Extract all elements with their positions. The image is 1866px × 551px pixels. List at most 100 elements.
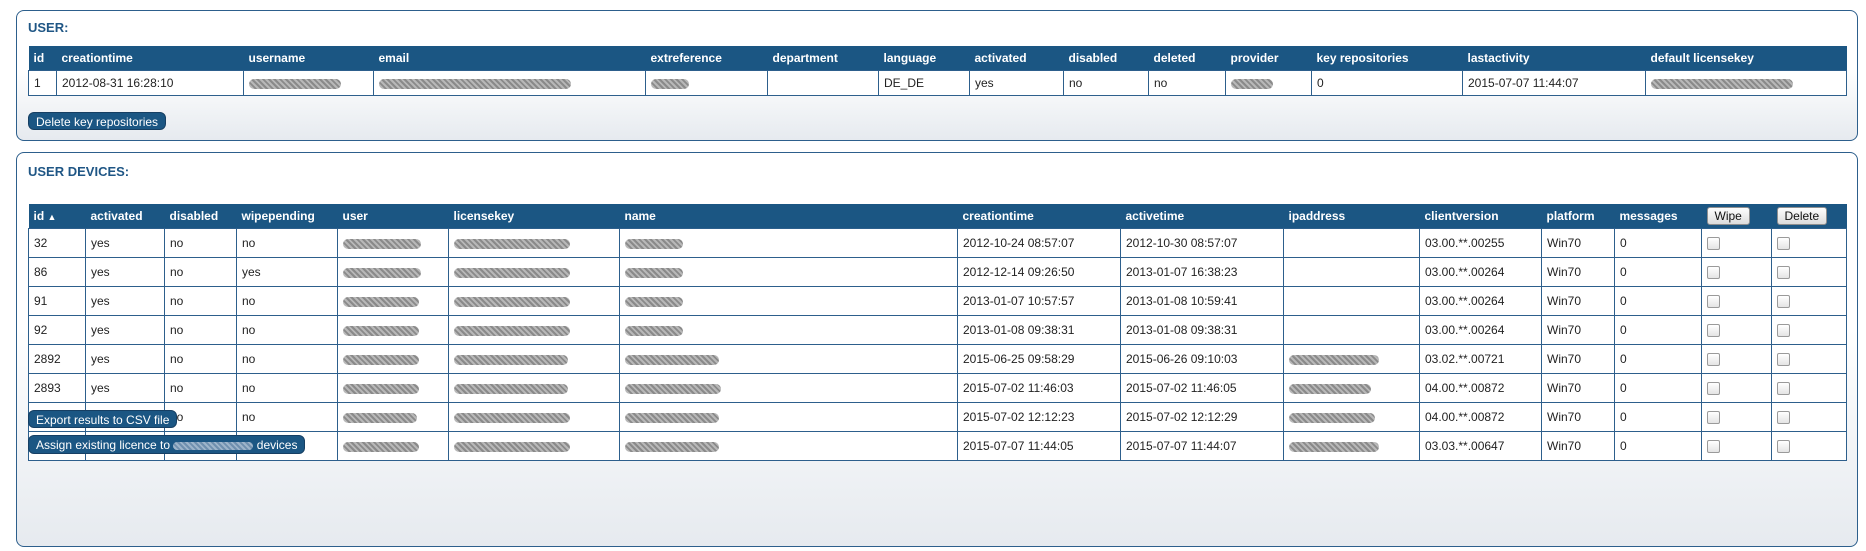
delete-button[interactable]: Delete [1776,207,1828,225]
user-extreference [645,70,768,96]
device-user [337,228,449,258]
col-header-licensekey[interactable]: licensekey [448,204,620,229]
device-delete-cell [1771,344,1847,374]
col-header-creationtime[interactable]: creationtime [56,46,244,71]
device-wipepending: no [236,315,338,345]
device-activated: yes [85,286,165,316]
device-name [619,228,958,258]
wipe-checkbox[interactable] [1707,411,1720,425]
device-platform: Win70 [1541,228,1615,258]
device-platform: Win70 [1541,315,1615,345]
assign-licence-button[interactable]: Assign existing licence to devices [28,435,306,454]
device-user [337,286,449,316]
device-ipaddress [1283,228,1420,258]
delete-checkbox[interactable] [1777,266,1790,280]
col-header-username[interactable]: username [243,46,374,71]
col-header-messages[interactable]: messages [1614,204,1702,229]
device-ipaddress [1283,257,1420,287]
device-platform: Win70 [1541,257,1615,287]
col-header-key-repositories[interactable]: key repositories [1311,46,1463,71]
col-header-activetime[interactable]: activetime [1120,204,1284,229]
user-devices-panel: USER DEVICES: id ▲ activated disabled wi… [16,152,1858,547]
redacted-key [454,383,568,394]
device-wipepending: no [236,286,338,316]
col-header-department[interactable]: department [767,46,879,71]
device-name [619,344,958,374]
delete-key-repositories-button[interactable]: Delete key repositories [28,112,167,130]
col-header-id-sorted[interactable]: id ▲ [28,204,86,229]
device-id: 32 [28,228,86,258]
col-header-disabled[interactable]: disabled [1063,46,1149,71]
device-disabled: no [164,286,237,316]
redacted-name [625,354,719,365]
col-header-email[interactable]: email [373,46,646,71]
redacted-user [343,354,419,365]
redacted-name [625,296,683,307]
export-csv-button[interactable]: Export results to CSV file [28,410,178,428]
redacted-name [625,441,719,452]
redacted-name [625,412,719,423]
delete-checkbox[interactable] [1777,411,1790,425]
device-wipe-cell [1701,286,1772,316]
col-header-deleted[interactable]: deleted [1148,46,1226,71]
col-header-disabled[interactable]: disabled [164,204,237,229]
user-key-repositories: 0 [1311,70,1463,96]
col-header-language[interactable]: language [878,46,970,71]
wipe-checkbox[interactable] [1707,237,1720,251]
wipe-checkbox[interactable] [1707,324,1720,338]
user-table: id creationtime username email extrefere… [28,46,1847,96]
col-header-platform[interactable]: platform [1541,204,1615,229]
col-header-delete: Delete [1771,204,1847,229]
device-row: 32 yes no no 2012-10-24 08:57:07 2012-10-30 0… [28,228,1847,258]
device-row: 2894yesnono2015-07-02 12:12:232015-07-02… [28,402,1847,432]
device-clientversion: 03.00.**.00264 [1419,257,1542,287]
user-panel: USER: id creationtime username email ext… [16,10,1858,141]
wipe-checkbox[interactable] [1707,266,1720,280]
delete-checkbox[interactable] [1777,382,1790,396]
device-activetime: 2015-06-26 09:10:03 [1120,344,1284,374]
device-licensekey [448,315,620,345]
delete-checkbox[interactable] [1777,440,1790,454]
col-header-name[interactable]: name [619,204,958,229]
device-platform: Win70 [1541,286,1615,316]
col-header-provider[interactable]: provider [1225,46,1312,71]
device-id: 92 [28,315,86,345]
user-lastactivity: 2015-07-07 11:44:07 [1462,70,1646,96]
device-row: 92 yes no no 2013-01-08 09:38:31 2013-01-08 0… [28,315,1847,345]
col-header-user[interactable]: user [337,204,449,229]
col-header-creationtime[interactable]: creationtime [957,204,1121,229]
redacted-user [343,267,421,278]
device-platform: Win70 [1541,344,1615,374]
wipe-checkbox[interactable] [1707,353,1720,367]
wipe-checkbox[interactable] [1707,440,1720,454]
delete-checkbox[interactable] [1777,324,1790,338]
redacted-name [625,383,721,394]
col-header-lastactivity[interactable]: lastactivity [1462,46,1646,71]
wipe-checkbox[interactable] [1707,295,1720,309]
device-wipe-cell [1701,402,1772,432]
device-clientversion: 03.00.**.00264 [1419,315,1542,345]
col-header-clientversion[interactable]: clientversion [1419,204,1542,229]
redacted-key [454,354,568,365]
user-provider [1225,70,1312,96]
redacted-ip [1289,354,1379,365]
redacted-ip [1289,383,1371,394]
col-header-wipepending[interactable]: wipepending [236,204,338,229]
redacted-username [173,441,254,450]
device-name [619,373,958,403]
col-header-activated[interactable]: activated [85,204,165,229]
wipe-checkbox[interactable] [1707,382,1720,396]
col-header-extreference[interactable]: extreference [645,46,768,71]
col-header-ipaddress[interactable]: ipaddress [1283,204,1420,229]
col-header-default-licensekey[interactable]: default licensekey [1645,46,1847,71]
col-header-id[interactable]: id [28,46,57,71]
delete-checkbox[interactable] [1777,353,1790,367]
delete-checkbox[interactable] [1777,237,1790,251]
delete-checkbox[interactable] [1777,295,1790,309]
redacted-key [454,412,570,423]
device-activetime: 2013-01-07 16:38:23 [1120,257,1284,287]
device-activetime: 2015-07-02 12:12:29 [1120,402,1284,432]
wipe-button[interactable]: Wipe [1706,207,1750,225]
col-header-activated[interactable]: activated [969,46,1064,71]
redacted-ip [1289,441,1379,452]
